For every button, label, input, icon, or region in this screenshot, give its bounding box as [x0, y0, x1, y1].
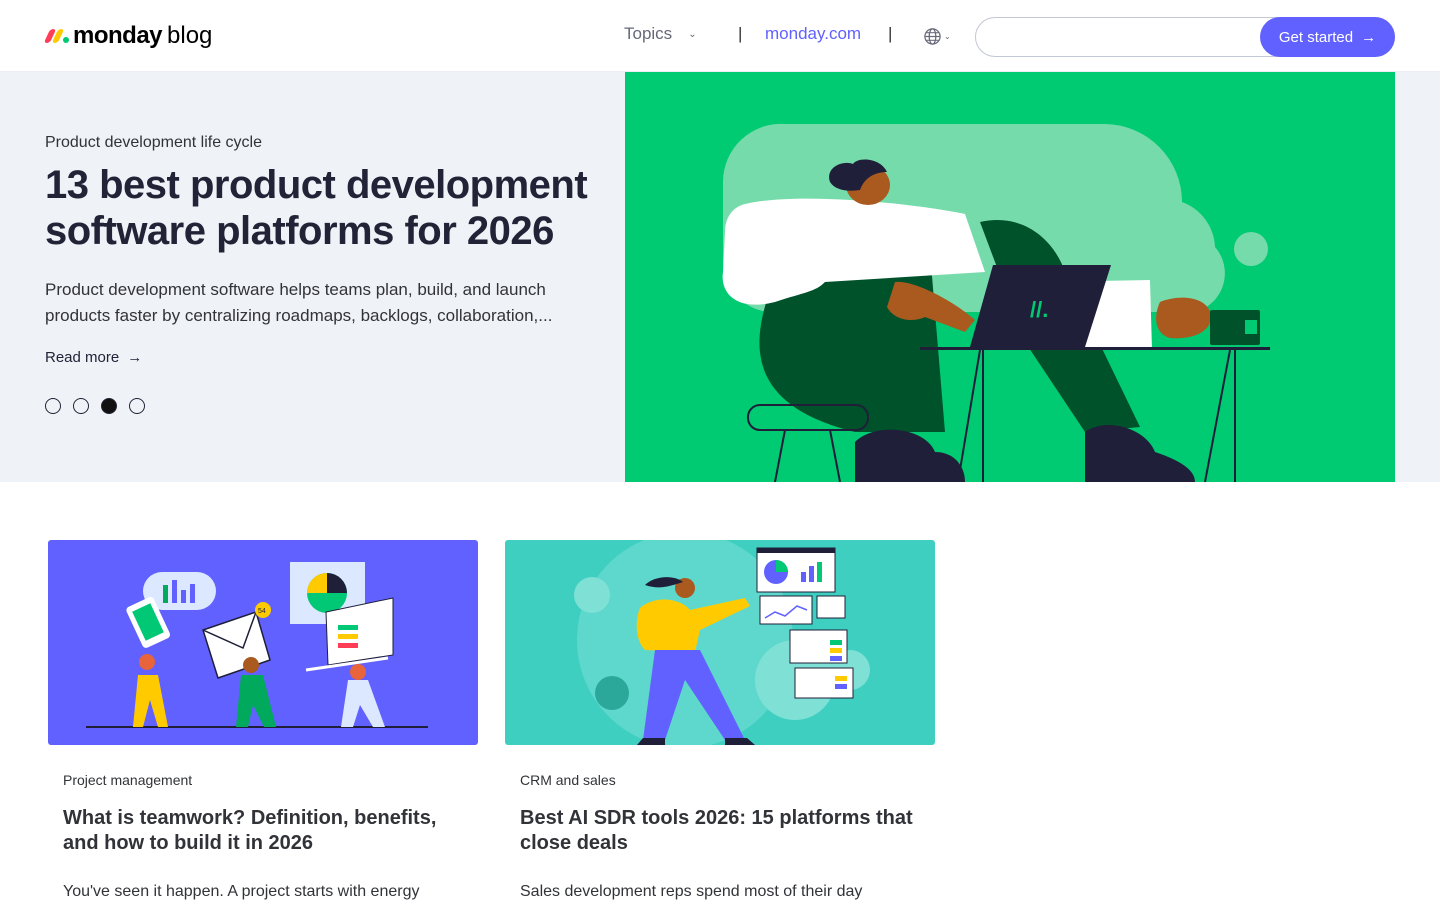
hero-illustration[interactable]: //.	[625, 72, 1395, 482]
carousel-dot[interactable]	[73, 398, 89, 414]
topics-dropdown[interactable]: Topics ⌄	[624, 24, 697, 44]
nav-separator: |	[888, 24, 893, 43]
carousel-dots	[45, 398, 145, 414]
card-illustration[interactable]: 54	[48, 540, 478, 745]
logo-blog-suffix: blog	[167, 22, 213, 49]
read-more-link[interactable]: Read more →	[45, 349, 142, 366]
arrow-right-icon: →	[1361, 28, 1377, 46]
hero-title[interactable]: 13 best product development software pla…	[45, 162, 605, 254]
chevron-down-icon: ⌄	[688, 28, 697, 40]
get-started-label: Get started	[1278, 28, 1354, 46]
language-selector[interactable]: ⌄	[923, 27, 951, 46]
svg-text:54: 54	[258, 608, 266, 615]
card-topic[interactable]: CRM and sales	[520, 772, 616, 788]
nav-separator: |	[738, 24, 743, 43]
carousel-dot[interactable]	[45, 398, 61, 414]
article-card[interactable]: 54 Project management What is teamwork? …	[48, 540, 478, 900]
globe-icon	[924, 28, 941, 45]
card-excerpt: You've seen it happen. A project starts …	[63, 883, 420, 900]
article-card[interactable]: CRM and sales Best AI SDR tools 2026: 15…	[505, 540, 935, 900]
monday-logo-icon	[43, 26, 69, 46]
logo-wordmark: monday	[73, 22, 163, 49]
read-more-label: Read more	[45, 349, 120, 366]
site-header: monday blog Topics ⌄ | monday.com | ⌄ Ge…	[0, 0, 1440, 72]
hero-description: Product development software helps teams…	[45, 280, 553, 325]
search-input[interactable]	[990, 26, 1250, 48]
svg-text://.: //.	[1030, 297, 1048, 322]
hero-topic[interactable]: Product development life cycle	[45, 134, 262, 152]
topics-label: Topics	[624, 24, 673, 43]
carousel-dot-active[interactable]	[101, 398, 117, 414]
card-topic[interactable]: Project management	[63, 772, 192, 788]
card-title[interactable]: What is teamwork? Definition, benefits, …	[63, 806, 473, 856]
card-excerpt: Sales development reps spend most of the…	[520, 883, 863, 900]
get-started-button[interactable]: Get started →	[1260, 17, 1395, 57]
monday-com-link[interactable]: monday.com	[765, 24, 861, 44]
monday-blog-logo[interactable]: monday blog	[43, 20, 213, 52]
search-box: Get started →	[975, 17, 1395, 57]
carousel-dot[interactable]	[129, 398, 145, 414]
card-title[interactable]: Best AI SDR tools 2026: 15 platforms tha…	[520, 806, 930, 856]
chevron-down-icon: ⌄	[944, 32, 951, 41]
featured-hero: Product development life cycle 13 best p…	[0, 72, 1440, 482]
card-illustration[interactable]	[505, 540, 935, 745]
arrow-right-icon: →	[127, 349, 143, 366]
